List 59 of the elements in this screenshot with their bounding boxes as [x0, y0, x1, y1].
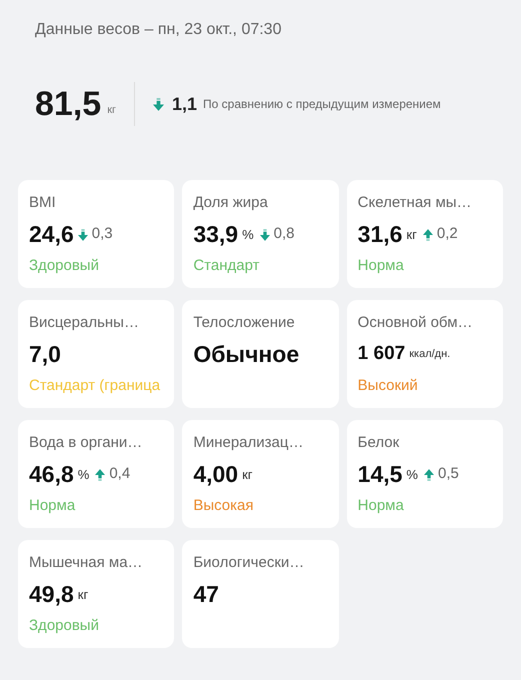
- metric-label: Висцеральны…: [29, 313, 140, 333]
- metric-status: Норма: [358, 256, 405, 276]
- metric-unit: кг: [78, 586, 88, 604]
- metric-unit: %: [242, 226, 254, 244]
- metric-label: Белок: [358, 433, 400, 453]
- metric-label: BMI: [29, 193, 57, 213]
- metric-value: 47: [193, 580, 219, 610]
- metric-card[interactable]: Основной обм… 1 607 ккал/дн. Высокий: [346, 300, 503, 408]
- metric-value: 4,00: [193, 460, 238, 490]
- metric-label: Скелетная мы…: [358, 193, 473, 213]
- weight-value: 81,5: [35, 84, 102, 124]
- metric-change: 0,5: [438, 464, 459, 484]
- metric-status: Здоровый: [29, 256, 100, 276]
- weight-unit: кг: [107, 102, 116, 118]
- metric-unit: %: [406, 466, 418, 484]
- metric-status: Стандарт: [193, 256, 260, 276]
- metric-status: Норма: [358, 496, 405, 516]
- metric-value: 31,6: [358, 220, 402, 250]
- metric-change: 0,2: [436, 224, 458, 244]
- metric-value: 46,8: [29, 460, 74, 490]
- metric-card[interactable]: Вода в органи… 46,8 % 0,4 Норма: [18, 420, 174, 528]
- metric-card[interactable]: Висцеральны… 7,0 Стандарт (граница: [18, 300, 174, 408]
- metric-change: 0,4: [109, 464, 130, 484]
- metric-card[interactable]: Биологически… 47: [182, 540, 339, 648]
- metric-change: 0,8: [274, 224, 295, 244]
- metric-value: 7,0: [29, 340, 61, 370]
- metric-card[interactable]: Телосложение Обычное: [182, 300, 339, 408]
- metric-status: Норма: [29, 496, 76, 516]
- metric-label: Вода в органи…: [29, 433, 144, 453]
- metric-label: Мышечная ма…: [29, 553, 144, 573]
- metric-card[interactable]: Белок 14,5 % 0,5 Норма: [346, 420, 503, 528]
- metric-card[interactable]: Мышечная ма… 49,8 кг Здоровый: [18, 540, 174, 648]
- metric-label: Телосложение: [193, 313, 296, 333]
- metric-value: 14,5: [358, 460, 402, 490]
- header-title: Данные весов – пн, 23 окт., 07:30: [34, 20, 282, 40]
- metric-unit: кг: [406, 226, 417, 244]
- metric-status: Здоровый: [29, 616, 100, 636]
- metric-value: 33,9: [193, 220, 238, 250]
- metric-value: 49,8: [29, 580, 74, 610]
- metric-status: Высокий: [358, 376, 419, 396]
- metric-value: 24,6: [29, 220, 74, 250]
- metric-card[interactable]: Минерализац… 4,00 кг Высокая: [182, 420, 339, 528]
- metric-card[interactable]: Скелетная мы… 31,6 кг 0,2 Норма: [346, 180, 503, 288]
- comparison-text: По сравнению с предыдущим измерением: [203, 96, 441, 113]
- metric-label: Минерализац…: [193, 433, 304, 453]
- metric-unit: кг: [242, 466, 253, 484]
- metric-change: 0,3: [92, 224, 113, 244]
- metric-unit: ккал/дн.: [409, 347, 450, 362]
- metric-status: Высокая: [193, 496, 254, 516]
- weight-change: 1,1: [172, 92, 198, 116]
- metric-unit: %: [78, 466, 90, 484]
- metric-label: Основной обм…: [358, 313, 474, 333]
- metric-status: Стандарт (граница: [29, 376, 162, 396]
- metric-value: 1 607: [358, 342, 406, 366]
- metric-label: Биологически…: [193, 553, 306, 573]
- metric-label: Доля жира: [193, 193, 269, 213]
- metric-card[interactable]: BMI 24,6 0,3 Здоровый: [18, 180, 174, 288]
- metric-card[interactable]: Доля жира 33,9 % 0,8 Стандарт: [182, 180, 339, 288]
- metric-value: Обычное: [193, 340, 300, 370]
